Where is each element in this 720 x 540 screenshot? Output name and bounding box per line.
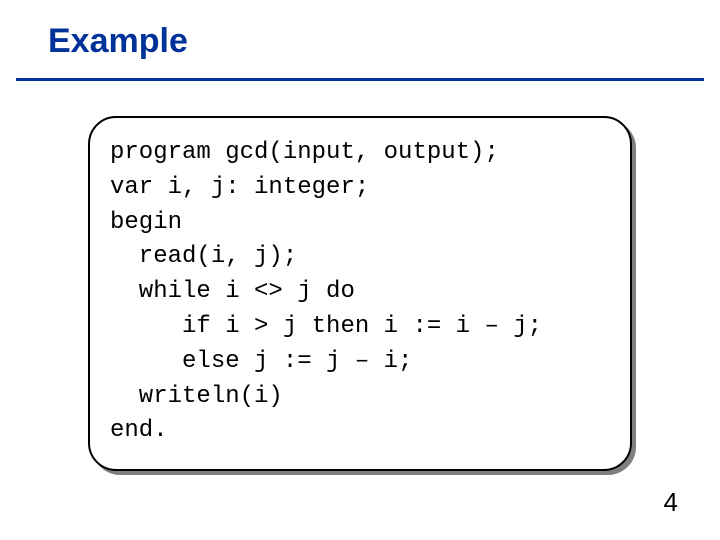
code-line: var i, j: integer; bbox=[110, 174, 369, 201]
page-number: 4 bbox=[664, 487, 678, 518]
code-line: begin bbox=[110, 209, 182, 236]
code-line: writeln(i) bbox=[110, 383, 283, 410]
code-line: read(i, j); bbox=[110, 243, 297, 270]
code-line: program gcd(input, output); bbox=[110, 139, 499, 166]
slide-title: Example bbox=[48, 22, 188, 61]
code-line: else j := j – i; bbox=[110, 348, 412, 375]
code-line: end. bbox=[110, 417, 168, 444]
slide: Example program gcd(input, output); var … bbox=[0, 0, 720, 540]
code-line: while i <> j do bbox=[110, 278, 355, 305]
title-divider bbox=[16, 78, 704, 81]
code-listing: program gcd(input, output); var i, j: in… bbox=[110, 136, 610, 449]
code-box: program gcd(input, output); var i, j: in… bbox=[88, 116, 632, 471]
code-line: if i > j then i := i – j; bbox=[110, 313, 542, 340]
